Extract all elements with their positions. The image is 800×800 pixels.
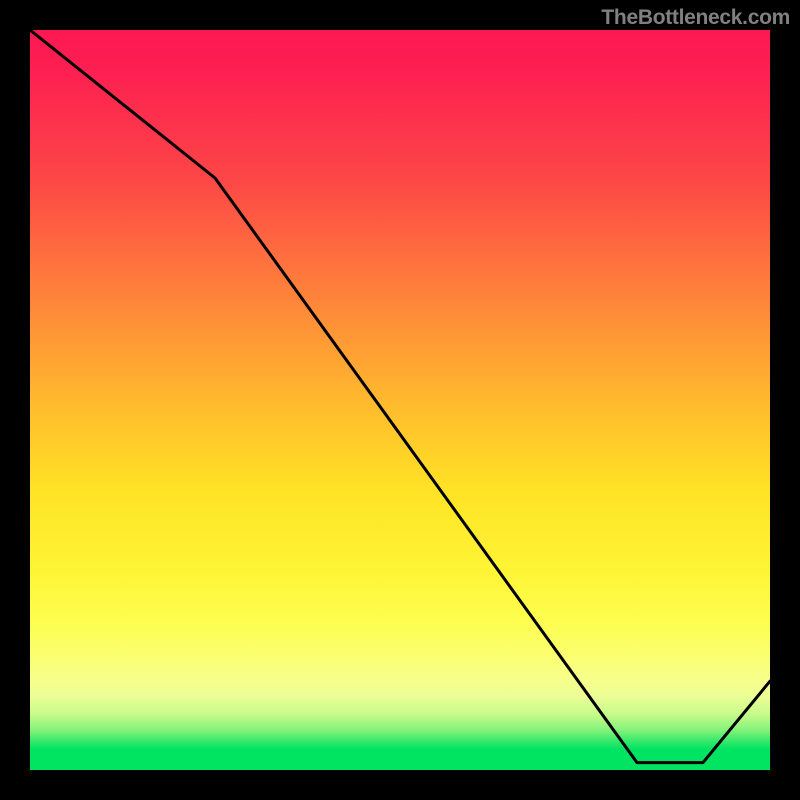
chart-border <box>0 0 800 800</box>
watermark-text: TheBottleneck.com <box>601 6 790 30</box>
chart-frame: TheBottleneck.com <box>0 0 800 800</box>
